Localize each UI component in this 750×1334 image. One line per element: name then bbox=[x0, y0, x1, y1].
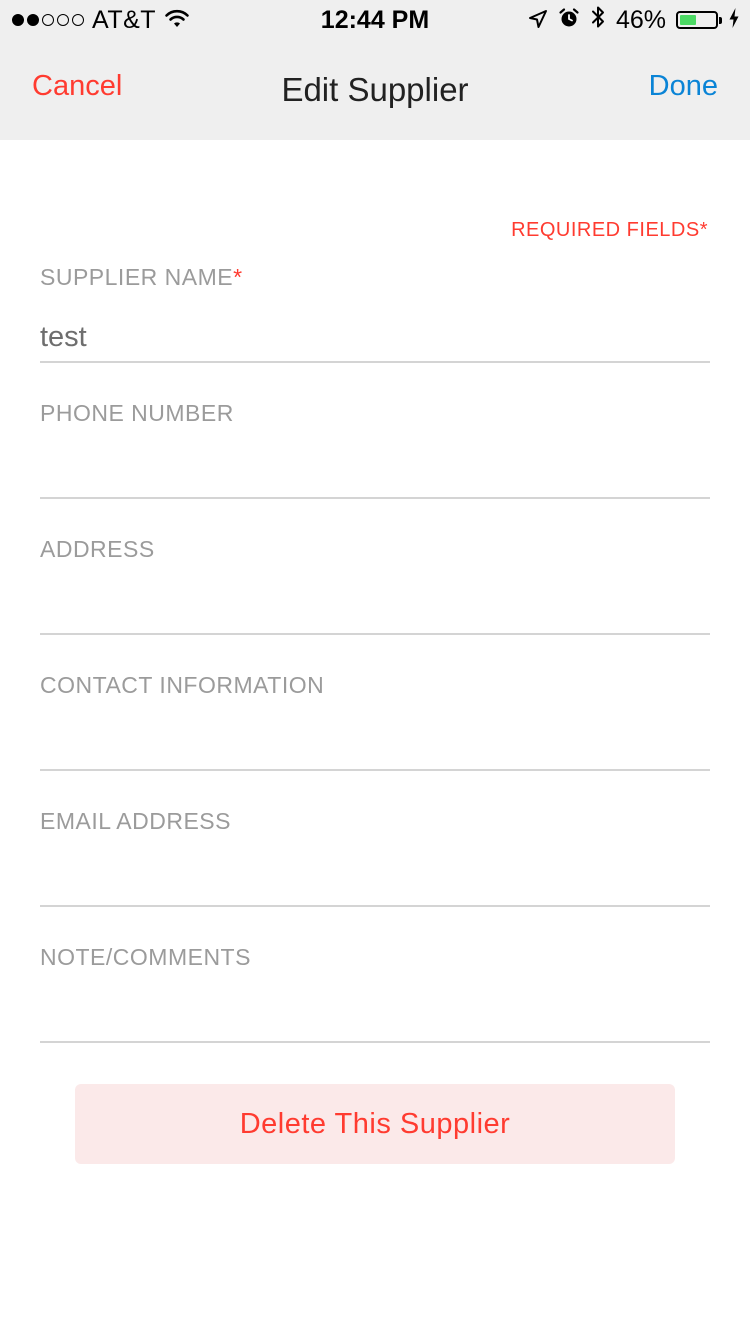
battery-percent: 46% bbox=[615, 5, 666, 34]
battery-level-fill bbox=[680, 15, 696, 25]
charging-bolt-icon bbox=[728, 5, 740, 36]
phone-number-input[interactable] bbox=[40, 451, 710, 495]
battery-nub bbox=[719, 17, 722, 24]
supplier-name-field: SUPPLIER NAME* bbox=[40, 227, 710, 363]
status-bar: AT&T 12:44 PM 46% bbox=[0, 0, 750, 40]
battery-icon bbox=[676, 11, 722, 29]
address-input[interactable] bbox=[40, 587, 710, 631]
required-asterisk: * bbox=[233, 264, 243, 290]
bluetooth-icon bbox=[590, 4, 606, 37]
navigation-bar: Cancel Edit Supplier Done bbox=[0, 40, 750, 140]
status-right: 46% bbox=[528, 6, 740, 34]
supplier-name-label-text: SUPPLIER NAME bbox=[40, 264, 234, 290]
email-address-label: EMAIL ADDRESS bbox=[40, 808, 231, 834]
note-comments-input[interactable] bbox=[40, 995, 710, 1039]
location-arrow-icon bbox=[528, 5, 548, 36]
supplier-name-label: SUPPLIER NAME* bbox=[40, 264, 243, 291]
contact-information-input[interactable] bbox=[40, 723, 710, 767]
contact-information-label: CONTACT INFORMATION bbox=[40, 672, 325, 698]
email-address-field: EMAIL ADDRESS bbox=[40, 771, 710, 907]
email-address-input[interactable] bbox=[40, 859, 710, 903]
done-button[interactable]: Done bbox=[649, 70, 718, 103]
alarm-icon bbox=[558, 5, 580, 36]
address-label: ADDRESS bbox=[40, 536, 155, 562]
note-comments-label: NOTE/COMMENTS bbox=[40, 944, 251, 970]
supplier-name-input[interactable] bbox=[40, 315, 710, 359]
contact-information-field: CONTACT INFORMATION bbox=[40, 635, 710, 771]
address-field: ADDRESS bbox=[40, 499, 710, 635]
note-comments-field: NOTE/COMMENTS bbox=[40, 907, 710, 1043]
phone-number-label: PHONE NUMBER bbox=[40, 400, 234, 426]
phone-number-field: PHONE NUMBER bbox=[40, 363, 710, 499]
delete-supplier-button[interactable]: Delete This Supplier bbox=[75, 1084, 675, 1164]
edit-supplier-screen: AT&T 12:44 PM 46% Cancel Edit Supplier D… bbox=[0, 0, 750, 1334]
page-title: Edit Supplier bbox=[281, 71, 469, 108]
